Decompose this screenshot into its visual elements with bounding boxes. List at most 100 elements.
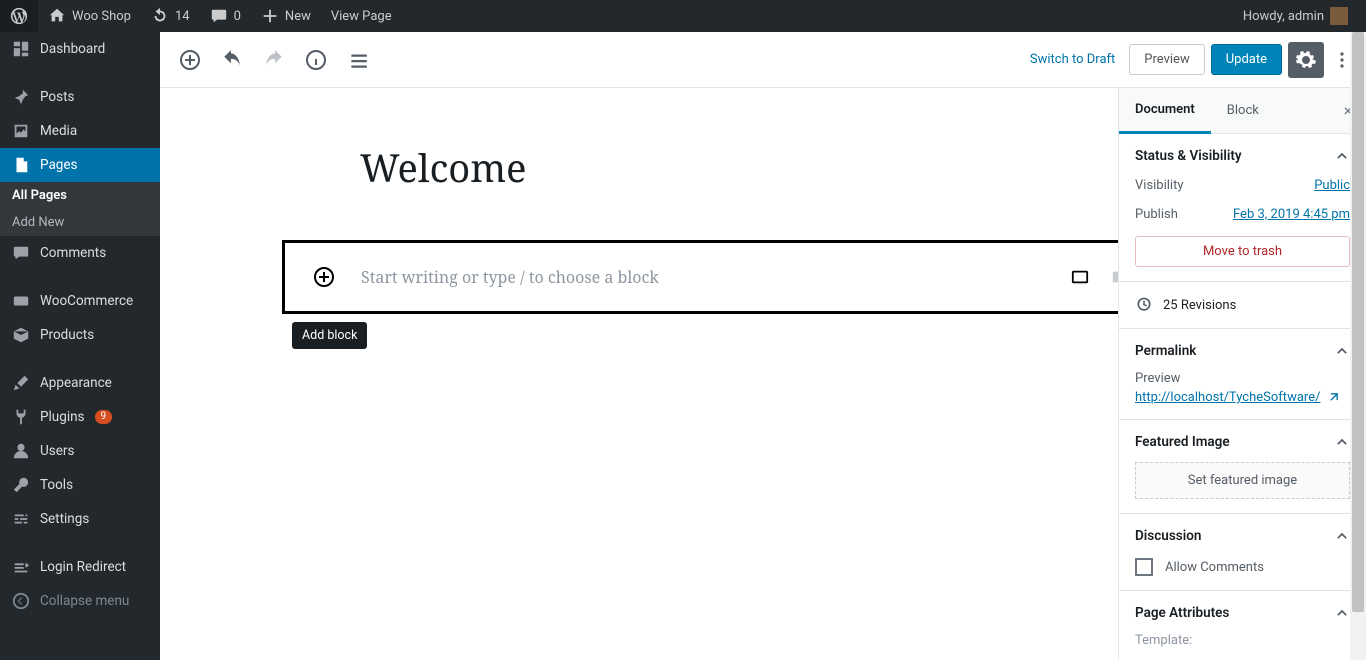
menu-appearance[interactable]: Appearance	[0, 366, 160, 400]
inline-add-block-button[interactable]	[311, 264, 337, 290]
post-title[interactable]: Welcome	[360, 142, 1118, 194]
page-scrollbar[interactable]	[1350, 32, 1366, 660]
revisions-label: Revisions	[1181, 298, 1236, 313]
move-to-trash-button[interactable]: Move to trash	[1135, 236, 1350, 267]
updates-link[interactable]: 14	[141, 0, 200, 32]
view-page-link[interactable]: View Page	[321, 0, 402, 32]
comments-count: 0	[234, 9, 241, 24]
wordpress-icon	[10, 7, 28, 25]
menu-label: Settings	[40, 511, 89, 527]
menu-users[interactable]: Users	[0, 434, 160, 468]
submenu-all-pages[interactable]: All Pages	[0, 182, 160, 209]
gallery-block-icon[interactable]	[1109, 268, 1118, 286]
preview-button[interactable]: Preview	[1129, 44, 1204, 75]
menu-plugins[interactable]: Plugins 9	[0, 400, 160, 434]
admin-bar-left: Woo Shop 14 0 New View Page	[0, 0, 402, 32]
comment-icon	[210, 7, 228, 25]
menu-label: Login Redirect	[40, 559, 126, 575]
plug-icon	[12, 408, 30, 426]
wp-logo[interactable]	[0, 0, 38, 32]
menu-pages[interactable]: Pages	[0, 148, 160, 182]
menu-label: Comments	[40, 245, 106, 261]
block-nav-button[interactable]	[340, 42, 376, 78]
panel-discussion-toggle[interactable]: Discussion	[1135, 528, 1350, 544]
panel-permalink-toggle[interactable]: Permalink	[1135, 343, 1350, 359]
menu-comments[interactable]: Comments	[0, 236, 160, 270]
chevron-up-icon	[1334, 605, 1350, 621]
add-circle-icon	[179, 49, 201, 71]
default-block[interactable]: Start writing or type / to choose a bloc…	[282, 240, 1118, 314]
undo-button[interactable]	[214, 42, 250, 78]
content-info-button[interactable]	[298, 42, 334, 78]
visibility-row: VisibilityPublic	[1135, 178, 1350, 193]
editor-toolbar: Switch to Draft Preview Update	[160, 32, 1366, 88]
panel-title: Permalink	[1135, 343, 1196, 359]
publish-value[interactable]: Feb 3, 2019 4:45 pm	[1233, 207, 1350, 222]
scrollbar-thumb[interactable]	[1352, 32, 1364, 612]
pages-icon	[12, 156, 30, 174]
template-label: Template:	[1135, 633, 1350, 648]
plugins-badge: 9	[95, 410, 113, 424]
panel-title: Status & Visibility	[1135, 148, 1242, 164]
undo-icon	[221, 49, 243, 71]
panel-revisions[interactable]: 25 Revisions	[1119, 282, 1366, 329]
toolbar-right: Switch to Draft Preview Update	[1022, 42, 1354, 78]
site-name: Woo Shop	[72, 9, 131, 24]
panel-status-toggle[interactable]: Status & Visibility	[1135, 148, 1350, 164]
panel-discussion: Discussion Allow Comments	[1119, 514, 1366, 591]
panel-featured-toggle[interactable]: Featured Image	[1135, 434, 1350, 450]
tab-block[interactable]: Block	[1211, 89, 1275, 132]
comments-link[interactable]: 0	[200, 0, 251, 32]
redo-button[interactable]	[256, 42, 292, 78]
menu-tools[interactable]: Tools	[0, 468, 160, 502]
add-circle-icon	[313, 266, 335, 288]
wrench-icon	[12, 476, 30, 494]
visibility-value[interactable]: Public	[1314, 178, 1350, 193]
new-content-link[interactable]: New	[251, 0, 321, 32]
comment-icon	[12, 244, 30, 262]
sidebar-scroll[interactable]: Status & Visibility VisibilityPublic Pub…	[1119, 134, 1366, 660]
menu-woocommerce[interactable]: WooCommerce	[0, 284, 160, 318]
set-featured-image-button[interactable]: Set featured image	[1135, 462, 1350, 499]
add-block-button[interactable]	[172, 42, 208, 78]
menu-media[interactable]: Media	[0, 114, 160, 148]
menu-posts[interactable]: Posts	[0, 80, 160, 114]
block-placeholder: Start writing or type / to choose a bloc…	[361, 266, 659, 288]
image-block-icon[interactable]	[1069, 268, 1091, 286]
menu-label: Appearance	[40, 375, 112, 391]
editor-canvas: Welcome Start writing or type / to choos…	[160, 88, 1118, 660]
menu-label: Plugins	[40, 409, 85, 425]
submenu-add-new[interactable]: Add New	[0, 209, 160, 236]
panel-page-attrs-toggle[interactable]: Page Attributes	[1135, 605, 1350, 621]
view-page-label: View Page	[331, 9, 392, 24]
sliders-icon	[12, 510, 30, 528]
pin-icon	[12, 88, 30, 106]
settings-toggle-button[interactable]	[1288, 42, 1324, 78]
allow-comments-checkbox[interactable]	[1135, 558, 1153, 576]
submenu-pages: All Pages Add New	[0, 182, 160, 236]
howdy-link[interactable]: Howdy, admin	[1233, 0, 1358, 32]
history-icon	[1135, 296, 1153, 314]
home-icon	[48, 7, 66, 25]
update-button[interactable]: Update	[1211, 44, 1282, 75]
permalink-url[interactable]: http://localhost/TycheSoftware/	[1135, 390, 1320, 405]
external-link-icon[interactable]	[1326, 391, 1340, 405]
chevron-up-icon	[1334, 434, 1350, 450]
menu-dashboard[interactable]: Dashboard	[0, 32, 160, 66]
add-block-tooltip: Add block	[292, 322, 367, 349]
sidebar-tabs: Document Block ×	[1119, 88, 1366, 134]
menu-login-redirect[interactable]: Login Redirect	[0, 550, 160, 584]
block-suggestions	[1069, 268, 1118, 286]
switch-draft-button[interactable]: Switch to Draft	[1022, 44, 1123, 75]
tab-document[interactable]: Document	[1119, 88, 1211, 134]
menu-label: Tools	[40, 477, 73, 493]
brush-icon	[12, 374, 30, 392]
menu-products[interactable]: Products	[0, 318, 160, 352]
site-name-link[interactable]: Woo Shop	[38, 0, 141, 32]
menu-label: Collapse menu	[40, 593, 129, 609]
allow-comments-row[interactable]: Allow Comments	[1135, 558, 1350, 576]
menu-label: Posts	[40, 89, 74, 105]
menu-settings[interactable]: Settings	[0, 502, 160, 536]
menu-collapse[interactable]: Collapse menu	[0, 584, 160, 618]
new-label: New	[285, 9, 311, 24]
